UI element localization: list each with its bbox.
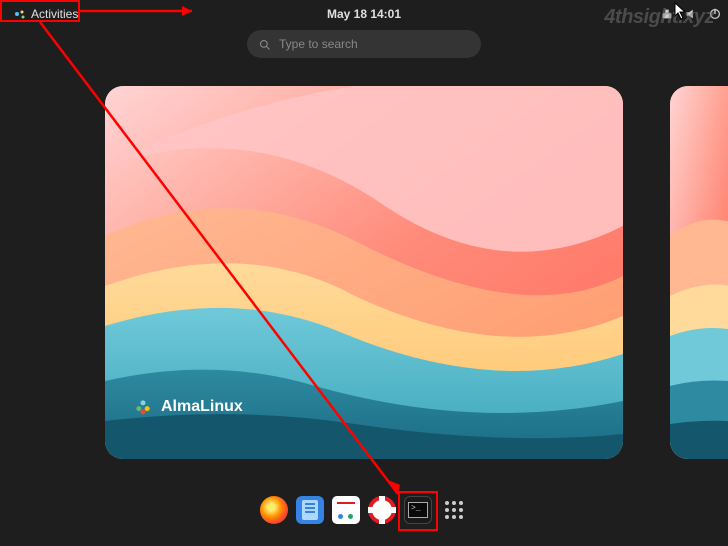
software-icon[interactable] — [332, 496, 360, 524]
search-input[interactable] — [279, 37, 469, 51]
terminal-icon[interactable] — [404, 496, 432, 524]
workspace-thumbnail-main[interactable]: AlmaLinux — [105, 86, 623, 459]
distro-label: AlmaLinux — [161, 398, 243, 416]
distro-logo: AlmaLinux — [133, 397, 243, 417]
search-bar[interactable] — [247, 30, 481, 58]
help-icon[interactable] — [368, 496, 396, 524]
text-editor-icon[interactable] — [296, 496, 324, 524]
activities-label: Activities — [31, 7, 78, 21]
workspace-overview: AlmaLinux — [0, 85, 728, 460]
search-icon — [259, 38, 271, 50]
clock[interactable]: May 18 14:01 — [327, 7, 401, 21]
almalinux-icon — [133, 397, 153, 417]
activities-button[interactable]: Activities — [6, 4, 86, 24]
firefox-icon[interactable] — [260, 496, 288, 524]
dock — [256, 492, 472, 528]
cursor-icon — [674, 2, 688, 20]
activities-icon — [14, 8, 26, 20]
workspace-thumbnail-next[interactable] — [670, 86, 728, 459]
watermark: 4thsight.xyz — [604, 6, 714, 29]
show-apps-icon[interactable] — [440, 496, 468, 524]
